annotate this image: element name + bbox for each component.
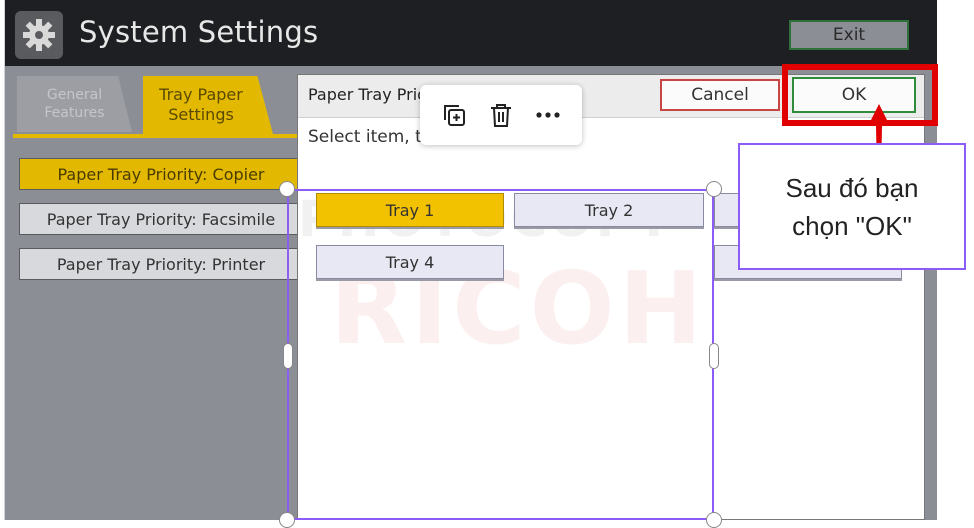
resize-handle-top-right[interactable] (706, 181, 722, 197)
sidebar-item-copier[interactable]: Paper Tray Priority: Copier (19, 158, 303, 190)
cancel-button[interactable]: Cancel (660, 79, 780, 111)
resize-handle-bottom-right[interactable] (706, 512, 722, 528)
resize-handle-top-left[interactable] (279, 181, 295, 197)
callout-line1: Sau đó bạn (785, 172, 919, 203)
sidebar-item-printer[interactable]: Paper Tray Priority: Printer (19, 248, 303, 280)
selection-box[interactable] (287, 189, 714, 520)
ok-highlight-box (782, 64, 938, 126)
gear-icon (15, 11, 63, 59)
tab-general-features[interactable]: General Features (17, 76, 132, 132)
resize-handle-bottom-left[interactable] (279, 512, 295, 528)
callout-line2: chọn "OK" (792, 210, 912, 241)
title-bar: System Settings Exit (5, 0, 937, 66)
more-icon[interactable] (530, 97, 566, 133)
tab-tray-paper-settings[interactable]: Tray Paper Settings (143, 76, 273, 134)
page-title: System Settings (79, 15, 319, 49)
instruction-text: Select item, t (308, 127, 422, 147)
exit-button[interactable]: Exit (789, 20, 909, 50)
instruction-callout: Sau đó bạn chọn "OK" (738, 143, 966, 270)
tab-label-line1: Tray Paper (159, 85, 243, 104)
resize-handle-left[interactable] (283, 343, 293, 369)
tab-label-line2: Settings (168, 105, 234, 124)
tab-label-line1: General (46, 87, 103, 103)
sidebar-item-facsimile[interactable]: Paper Tray Priority: Facsimile (19, 203, 303, 235)
duplicate-icon[interactable] (436, 97, 472, 133)
trash-icon[interactable] (483, 97, 519, 133)
tab-underline (13, 134, 303, 138)
dialog-title: Paper Tray Prio (308, 85, 427, 104)
resize-handle-right[interactable] (709, 343, 719, 369)
tab-label-line2: Features (44, 105, 105, 121)
image-edit-toolbar (420, 85, 582, 145)
